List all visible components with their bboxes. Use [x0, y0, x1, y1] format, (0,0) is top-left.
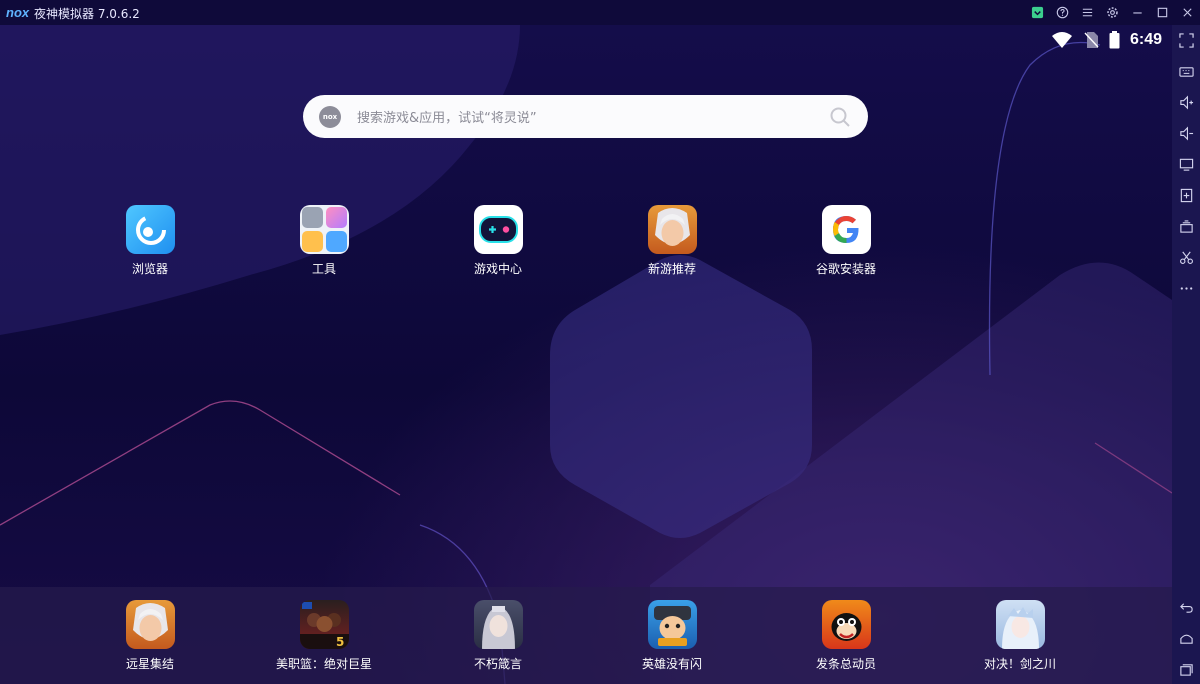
clock: 6:49	[1129, 31, 1162, 48]
search-bar[interactable]: nox 搜索游戏&应用，试试“将灵说”	[303, 95, 868, 138]
game-icon	[125, 600, 175, 649]
svg-text:5: 5	[336, 635, 344, 649]
game-icon	[647, 600, 697, 649]
title-bar: nox 夜神模拟器 7.0.6.2	[0, 0, 1200, 25]
volume-up-icon[interactable]	[1176, 92, 1196, 112]
nox-logo: nox	[6, 5, 30, 20]
app-label: 游戏中心	[473, 262, 522, 276]
minimize-icon[interactable]	[1125, 0, 1150, 25]
browser-icon	[125, 205, 175, 254]
game-icon	[821, 600, 871, 649]
game-icon	[473, 600, 523, 649]
app-label: 美职篮：绝对巨星	[275, 657, 372, 671]
app-browser[interactable]: 浏览器	[95, 205, 205, 277]
maximize-icon[interactable]	[1150, 0, 1175, 25]
google-installer-icon	[821, 205, 871, 254]
app-label: 对决！剑之川	[983, 657, 1056, 671]
dock-app[interactable]: 发条总动员	[791, 600, 901, 672]
game-center-icon	[473, 205, 523, 254]
message-icon[interactable]	[1025, 0, 1050, 25]
no-sim-icon	[1084, 32, 1099, 48]
more-icon[interactable]	[1176, 278, 1196, 298]
home-icon[interactable]	[1176, 628, 1196, 648]
battery-icon	[1109, 31, 1120, 49]
app-label: 浏览器	[131, 262, 168, 276]
window-controls	[1025, 0, 1200, 25]
wifi-icon	[1051, 32, 1072, 48]
tools-folder-icon	[299, 205, 349, 254]
dock: 远星集结 5 美职篮：绝对巨星 不朽箴言 英雄没有闪 发条总动员 对决！剑之川	[0, 587, 1172, 684]
android-home-screen: 6:49 nox 搜索游戏&应用，试试“将灵说” 浏览器 工具 游戏中心 新游推…	[0, 25, 1172, 684]
fullscreen-icon[interactable]	[1176, 30, 1196, 50]
dock-app[interactable]: 不朽箴言	[443, 600, 553, 672]
keyboard-icon[interactable]	[1176, 61, 1196, 81]
close-icon[interactable]	[1175, 0, 1200, 25]
nox-search-badge: nox	[319, 105, 341, 128]
multi-instance-icon[interactable]	[1176, 216, 1196, 236]
app-label: 不朽箴言	[473, 657, 522, 671]
help-icon[interactable]	[1050, 0, 1075, 25]
add-apk-icon[interactable]	[1176, 185, 1196, 205]
scissors-icon[interactable]	[1176, 247, 1196, 267]
emulator-toolbar	[1172, 25, 1200, 684]
game-icon	[995, 600, 1045, 649]
recent-apps-icon[interactable]	[1176, 659, 1196, 679]
menu-icon[interactable]	[1075, 0, 1100, 25]
display-icon[interactable]	[1176, 154, 1196, 174]
dock-app[interactable]: 英雄没有闪	[617, 600, 727, 672]
new-games-icon	[647, 205, 697, 254]
app-label: 英雄没有闪	[641, 657, 702, 671]
search-icon[interactable]	[828, 105, 852, 129]
app-label: 新游推荐	[647, 262, 696, 276]
window-title: 夜神模拟器 7.0.6.2	[34, 7, 140, 21]
search-placeholder: 搜索游戏&应用，试试“将灵说”	[357, 111, 537, 126]
dock-app[interactable]: 5 美职篮：绝对巨星	[269, 600, 379, 672]
app-new-games[interactable]: 新游推荐	[617, 205, 727, 277]
status-bar: 6:49	[1051, 31, 1162, 49]
app-tools[interactable]: 工具	[269, 205, 379, 277]
app-game-center[interactable]: 游戏中心	[443, 205, 553, 277]
app-label: 工具	[311, 262, 336, 276]
app-label: 远星集结	[125, 657, 174, 671]
volume-down-icon[interactable]	[1176, 123, 1196, 143]
back-icon[interactable]	[1176, 597, 1196, 617]
dock-app[interactable]: 对决！剑之川	[965, 600, 1075, 672]
game-icon: 5	[299, 600, 349, 649]
app-google-installer[interactable]: 谷歌安装器	[791, 205, 901, 277]
settings-gear-icon[interactable]	[1100, 0, 1125, 25]
dock-app[interactable]: 远星集结	[95, 600, 205, 672]
app-label: 发条总动员	[815, 657, 876, 671]
app-label: 谷歌安装器	[815, 262, 876, 276]
